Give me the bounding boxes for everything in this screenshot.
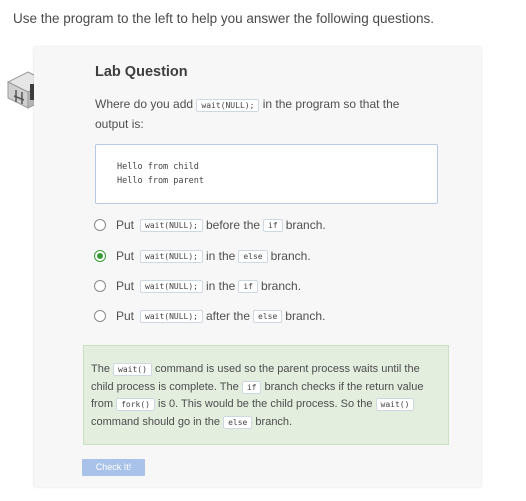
option-before-if[interactable]: Put wait(NULL); before the if branch.	[94, 218, 329, 232]
check-it-button[interactable]: Check It!	[82, 459, 145, 476]
code-wait-null: wait(NULL);	[196, 99, 260, 112]
lab-question-card: Lab Question Where do you add wait(NULL)…	[34, 47, 481, 487]
radio-button[interactable]	[94, 280, 106, 292]
question-text: Where do you add wait(NULL); in the prog…	[95, 97, 400, 131]
lab-question-title: Lab Question	[95, 64, 188, 80]
radio-button-selected[interactable]	[94, 250, 106, 262]
expected-output-box: Hello from child Hello from parent	[95, 144, 438, 204]
feedback-box: The wait() command is used so the parent…	[83, 345, 449, 445]
radio-button[interactable]	[94, 310, 106, 322]
option-in-else[interactable]: Put wait(NULL); in the else branch.	[94, 249, 314, 263]
option-in-if[interactable]: Put wait(NULL); in the if branch.	[94, 279, 304, 293]
instructions-text: Use the program to the left to help you …	[13, 11, 434, 26]
expected-output-text: Hello from child Hello from parent	[117, 162, 204, 186]
radio-button[interactable]	[94, 219, 106, 231]
option-after-else[interactable]: Put wait(NULL); after the else branch.	[94, 309, 328, 323]
